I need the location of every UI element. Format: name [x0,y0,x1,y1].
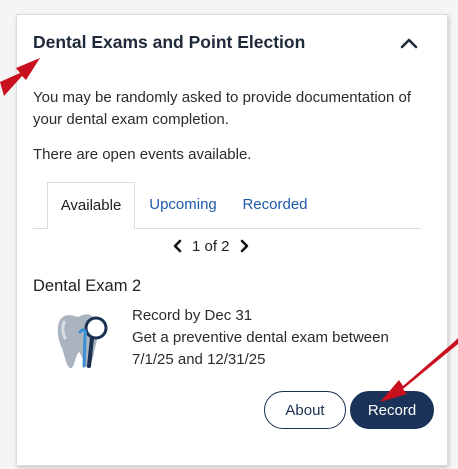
previous-page-icon[interactable] [172,239,184,253]
about-button[interactable]: About [264,391,346,429]
event-tabs: Available Upcoming Recorded [33,182,421,229]
tooth-mirror-icon [52,308,112,370]
exam-title: Dental Exam 2 [33,277,142,295]
intro-text: You may be randomly asked to provide doc… [33,89,412,128]
tab-upcoming[interactable]: Upcoming [141,182,225,229]
exam-details: Record by Dec 31 Get a preventive dental… [132,305,422,371]
pager-label: 1 of 2 [192,237,230,255]
record-button[interactable]: Record [350,391,434,429]
card-title: Dental Exams and Point Election [33,32,306,52]
record-by-date: Record by Dec 31 [132,307,253,324]
exam-description: Get a preventive dental exam between 7/1… [132,329,389,368]
next-page-icon[interactable] [238,239,250,253]
tab-recorded[interactable]: Recorded [233,182,317,229]
tab-available[interactable]: Available [47,182,135,229]
pager: 1 of 2 [172,236,250,256]
collapse-chevron-icon[interactable] [398,32,420,54]
events-note: There are open events available. [33,146,252,163]
